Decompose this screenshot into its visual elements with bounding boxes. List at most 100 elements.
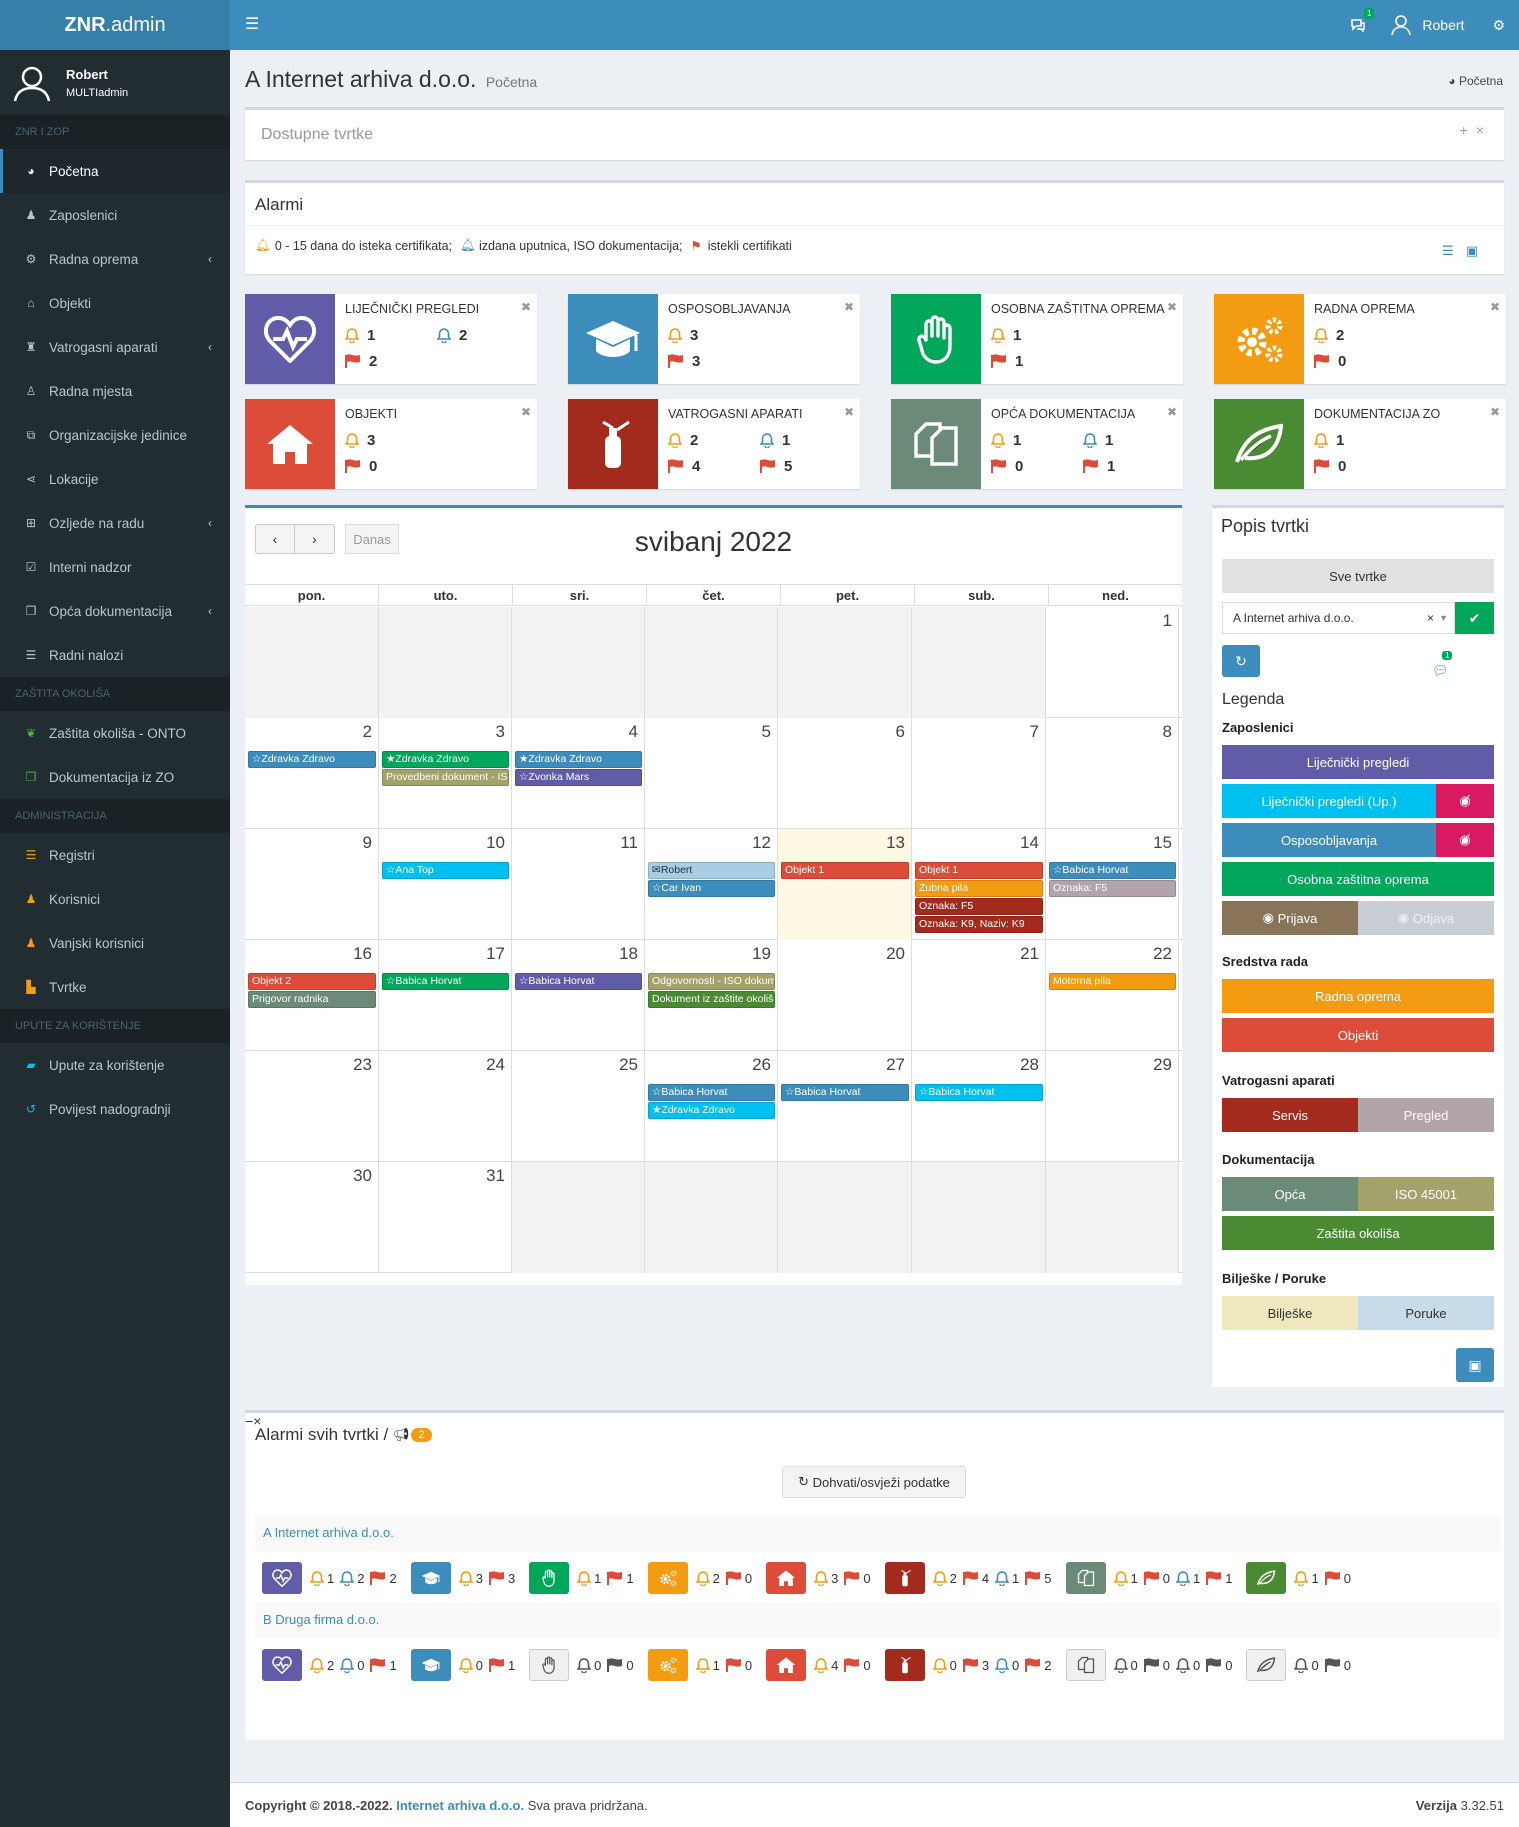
calendar-event[interactable]: Provedbeni dokument - ISO [382, 769, 509, 786]
close-icon[interactable]: × [1476, 122, 1492, 138]
info-box[interactable]: OSPOSOBLJAVANJA ✖ 3 3 [568, 294, 860, 384]
calendar-event[interactable]: ✉Robert [648, 862, 775, 879]
calendar-day-cell[interactable]: 22 [1046, 940, 1179, 1051]
info-box[interactable]: OBJEKTI ✖ 3 0 [245, 399, 537, 489]
legend-zastita-okolisa[interactable]: Zaštita okoliša [1222, 1216, 1494, 1250]
graduation-cap-icon[interactable] [410, 1649, 451, 1681]
sidebar-item-7[interactable]: ⋖ Lokacije [0, 457, 230, 501]
calendar-day-cell[interactable]: 13 [778, 829, 912, 940]
calendar-day-cell[interactable] [645, 607, 778, 718]
calendar-day-cell[interactable]: 27 [778, 1051, 912, 1162]
calendar-day-cell[interactable]: 28 [912, 1051, 1046, 1162]
info-box[interactable]: DOKUMENTACIJA ZO ✖ 1 0 [1214, 399, 1506, 489]
sidebar-item-0[interactable]: ◕ Početna [0, 149, 230, 193]
calendar-day-cell[interactable]: 21 [912, 940, 1046, 1051]
sidebar-item-upute[interactable]: ▰ Upute za korištenje [0, 1043, 230, 1087]
calendar-event[interactable]: ☆Zdravka Zdravo [248, 751, 376, 768]
copy-icon[interactable] [1065, 1562, 1106, 1594]
calendar-day-cell[interactable] [1046, 1162, 1179, 1273]
info-box[interactable]: OSOBNA ZAŠTITNA OPREMA ✖ 1 1 [891, 294, 1183, 384]
odjava-button[interactable]: ◉ Odjava [1358, 901, 1494, 935]
company-row-title[interactable]: B Druga firma d.o.o. [255, 1602, 1500, 1638]
save-legend-button[interactable]: ▣ [1456, 1348, 1494, 1382]
calendar-event[interactable]: ☆Babica Horvat [382, 973, 509, 990]
calendar-day-cell[interactable] [379, 607, 512, 718]
calendar-day-cell[interactable]: 5 [645, 718, 778, 829]
legend-biljeske[interactable]: Bilješke [1222, 1296, 1358, 1330]
sidebar-item-tvrtke[interactable]: ▙ Tvrtke [0, 965, 230, 1009]
legend-osposobljavanja[interactable]: Osposobljavanja ◉̸ [1222, 823, 1494, 857]
home-icon[interactable] [766, 1649, 807, 1681]
calendar-day-cell[interactable]: 1 [1046, 607, 1179, 718]
close-icon[interactable]: ✖ [844, 405, 854, 419]
leaf-icon[interactable] [1246, 1649, 1287, 1681]
calendar-day-cell[interactable]: 6 [778, 718, 912, 829]
calendar-event[interactable]: Prigovor radnika [248, 991, 376, 1008]
company-row-title[interactable]: A Internet arhiva d.o.o. [255, 1515, 1500, 1551]
legend-lijecnicki-pregledi-up[interactable]: Liječnički pregledi (Up.) ◉̸ [1222, 784, 1494, 818]
legend-radna-oprema[interactable]: Radna oprema [1222, 979, 1494, 1013]
sidebar-item-3[interactable]: ⌂ Objekti [0, 281, 230, 325]
calendar-day-cell[interactable]: 31 [379, 1162, 512, 1273]
sidebar-item-4[interactable]: ♜ Vatrogasni aparati ‹ [0, 325, 230, 369]
sidebar-toggle-icon[interactable]: ☰ [245, 14, 259, 34]
calendar-day-cell[interactable] [912, 607, 1046, 718]
calendar-day-cell[interactable] [912, 1162, 1046, 1273]
extinguisher-icon[interactable] [884, 1649, 925, 1681]
info-box[interactable]: RADNA OPREMA ✖ 2 0 [1214, 294, 1506, 384]
calendar-day-cell[interactable] [645, 1162, 778, 1273]
sidebar-item-5[interactable]: ♙ Radna mjesta [0, 369, 230, 413]
legend-ozo[interactable]: Osobna zaštitna oprema [1222, 862, 1494, 896]
calendar-event[interactable]: ★Zdravka Zdravo [382, 751, 509, 768]
calendar-event[interactable]: Objekt 1 [915, 862, 1043, 879]
close-icon[interactable]: ✖ [1490, 405, 1500, 419]
sidebar-item-1[interactable]: ♟ Zaposlenici [0, 193, 230, 237]
eye-slash-icon[interactable]: ◉̸ [1436, 823, 1494, 857]
close-icon[interactable]: ✖ [521, 300, 531, 314]
clear-icon[interactable]: × [1427, 603, 1434, 633]
calendar-event[interactable]: Objekt 2 [248, 973, 376, 990]
sidebar-item-dokumentacija-zo[interactable]: ❐ Dokumentacija iz ZO [0, 755, 230, 799]
sidebar-item-registri[interactable]: ☰ Registri [0, 833, 230, 877]
calendar-event[interactable]: ★Zdravka Zdravo [648, 1102, 775, 1119]
calendar-day-cell[interactable]: 9 [245, 829, 379, 940]
calendar-event[interactable]: Oznaka: K9, Naziv: K9 [915, 916, 1043, 933]
confirm-button[interactable]: ✔ [1455, 602, 1494, 634]
calendar-day-cell[interactable]: 30 [245, 1162, 379, 1273]
eye-slash-icon[interactable]: ◉̸ [1436, 784, 1494, 818]
sidebar-item-8[interactable]: ⊞ Ozljede na radu ‹ [0, 501, 230, 545]
calendar-day-cell[interactable]: 2 [245, 718, 379, 829]
settings-button[interactable]: ⚙ [1478, 17, 1519, 34]
calendar-day-cell[interactable] [512, 1162, 645, 1273]
close-icon[interactable]: ✖ [1490, 300, 1500, 314]
company-select[interactable]: A Internet arhiva d.o.o. × ▼ [1222, 602, 1455, 634]
hand-icon[interactable] [529, 1562, 570, 1594]
calendar-day-cell[interactable]: 10 [379, 829, 512, 940]
footer-company-link[interactable]: Internet arhiva d.o.o. [396, 1798, 524, 1813]
calendar-event[interactable]: ☆Babica Horvat [781, 1084, 909, 1101]
hand-icon[interactable] [529, 1649, 570, 1681]
sidebar-item-6[interactable]: ⧉ Organizacijske jedinice [0, 413, 230, 457]
calendar-day-cell[interactable]: 7 [912, 718, 1046, 829]
legend-pregled[interactable]: Pregled [1358, 1098, 1494, 1132]
calendar-event[interactable]: Odgovornosti - ISO dokum. [648, 973, 775, 990]
messages-button[interactable]: 1 [1336, 8, 1380, 32]
legend-opca[interactable]: Opća [1222, 1177, 1358, 1211]
sidebar-item-korisnici[interactable]: ♟ Korisnici [0, 877, 230, 921]
heartbeat-icon[interactable] [262, 1649, 302, 1681]
home-icon[interactable] [766, 1562, 807, 1594]
calendar-day-cell[interactable]: 17 [379, 940, 512, 1051]
calendar-day-cell[interactable]: 23 [245, 1051, 379, 1162]
breadcrumb[interactable]: ◕ Početna [1448, 74, 1503, 88]
calendar-event[interactable]: ☆Zvonka Mars [515, 769, 642, 786]
all-companies-button[interactable]: Sve tvrtke [1222, 559, 1494, 593]
calendar-day-cell[interactable]: 8 [1046, 718, 1179, 829]
app-logo[interactable]: ZNR.admin [0, 0, 230, 50]
leaf-icon[interactable] [1246, 1562, 1287, 1594]
legend-lijecnicki-pregledi[interactable]: Liječnički pregledi [1222, 745, 1494, 779]
calendar-day-cell[interactable]: 24 [379, 1051, 512, 1162]
calendar-event[interactable]: Dokument iz zaštite okoliša [648, 991, 775, 1008]
close-icon[interactable]: ✖ [1167, 300, 1177, 314]
calendar-event[interactable]: ★Zdravka Zdravo [515, 751, 642, 768]
calendar-day-cell[interactable]: 29 [1046, 1051, 1179, 1162]
